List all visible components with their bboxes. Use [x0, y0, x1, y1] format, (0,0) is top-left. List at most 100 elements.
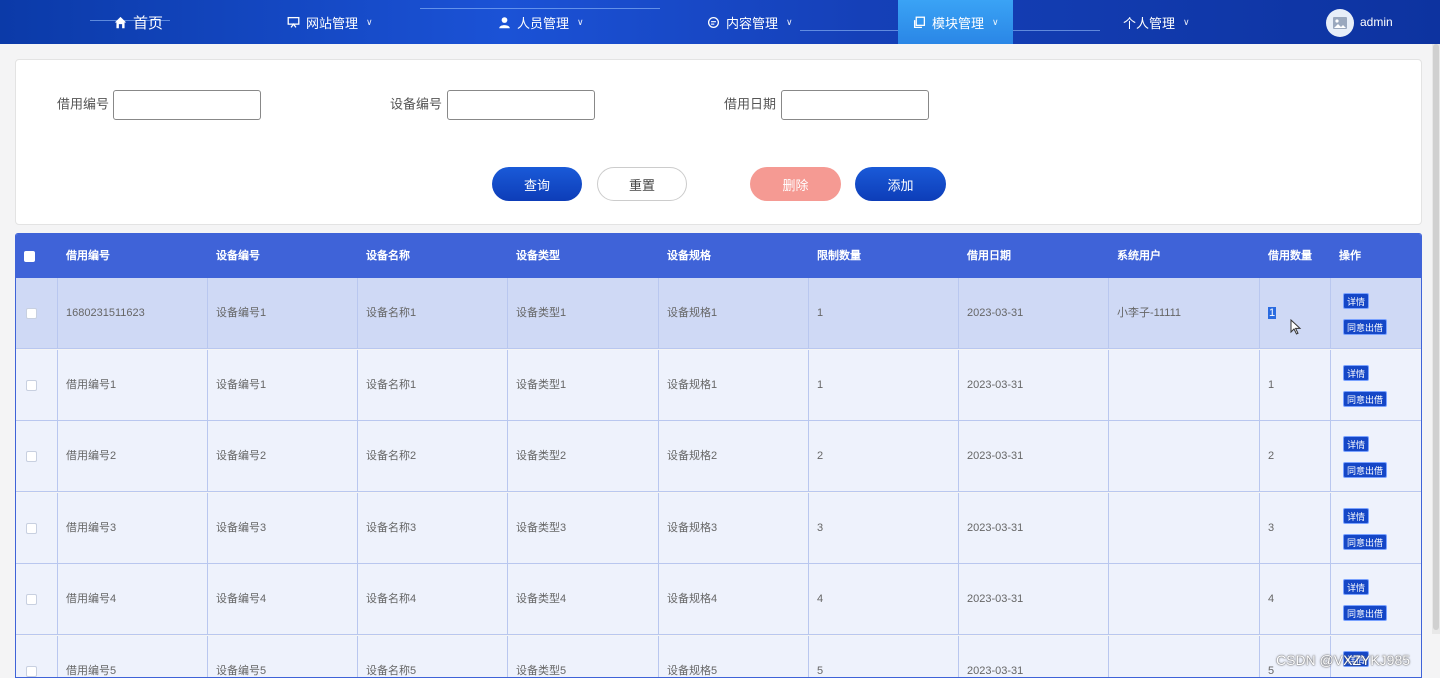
- th-borrow-number: 借用编号: [66, 250, 110, 262]
- th-device-name: 设备名称: [366, 250, 410, 262]
- table-row[interactable]: 借用编号1 设备编号1 设备名称1 设备类型1 设备规格1 1 2023-03-31 1 详情同…: [16, 349, 1421, 421]
- borrow-qty-cell: 2: [1260, 421, 1331, 492]
- user-icon: [497, 15, 511, 29]
- limit-qty-cell: 1: [809, 278, 959, 349]
- borrow-number-cell: 借用编号1: [58, 349, 208, 421]
- detail-button[interactable]: 详情: [1343, 436, 1370, 452]
- th-borrow-date: 借用日期: [967, 250, 1011, 262]
- device-spec-cell-text: 设备规格3: [667, 521, 718, 534]
- nav-personnel-management[interactable]: 人员管理 ∨: [497, 0, 584, 44]
- device-spec-cell-text: 设备规格4: [667, 593, 718, 605]
- checkbox-cell: [16, 349, 58, 421]
- device-spec-cell: 设备规格1: [659, 278, 809, 349]
- device-type-cell-text: 设备类型4: [516, 593, 567, 605]
- approve-lend-button[interactable]: 同意出借: [1343, 390, 1388, 407]
- avatar[interactable]: [1326, 9, 1354, 37]
- system-user-cell: [1109, 492, 1260, 564]
- borrow-date-cell: 2023-03-31: [959, 564, 1109, 635]
- borrow-date-cell-text: 2023-03-31: [967, 378, 1024, 391]
- detail-button[interactable]: 详情: [1343, 293, 1370, 309]
- user-name[interactable]: admin: [1360, 0, 1393, 44]
- chevron-down-icon: ∨: [992, 16, 999, 27]
- delete-button[interactable]: 删除: [750, 167, 841, 201]
- table-row[interactable]: 1680231511623 设备编号1 设备名称1 设备类型1 设备规格1 1 2023-0…: [16, 278, 1421, 349]
- limit-qty-cell-text: 1: [817, 378, 824, 391]
- add-button[interactable]: 添加: [855, 167, 946, 201]
- table-row[interactable]: 借用编号4 设备编号4 设备名称4 设备类型4 设备规格4 4 2023-03-31 4 详情同…: [16, 564, 1421, 635]
- borrow-date-input[interactable]: [781, 90, 929, 120]
- nav-module-management-label: 模块管理: [932, 15, 985, 31]
- device-number-cell: 设备编号3: [208, 492, 358, 564]
- device-name-cell-text: 设备名称4: [366, 593, 417, 605]
- checkbox-cell: [16, 492, 58, 564]
- query-button[interactable]: 查询: [492, 167, 582, 201]
- table-row[interactable]: 借用编号2 设备编号2 设备名称2 设备类型2 设备规格2 2 2023-03-31 2 详情同…: [16, 421, 1421, 492]
- watermark: CSDN @VXZYKJ985: [1276, 652, 1411, 668]
- table-row[interactable]: 借用编号5设备编号5设备名称5设备类型5设备规格552023-03-315详情同…: [16, 635, 1421, 677]
- th-limit-qty: 限制数量: [817, 250, 861, 262]
- row-checkbox[interactable]: [26, 308, 37, 319]
- actions-cell: 详情同意出借: [1331, 350, 1421, 421]
- borrow-number-cell-text: 1680231511623: [66, 307, 145, 319]
- device-type-cell: 设备类型4: [508, 564, 659, 635]
- checkbox-cell: [16, 278, 58, 349]
- nav-site-management[interactable]: 网站管理 ∨: [286, 0, 373, 44]
- limit-qty-cell: 4: [809, 564, 959, 635]
- detail-button[interactable]: 详情: [1343, 507, 1370, 524]
- device-type-cell-text: 设备类型2: [516, 450, 567, 462]
- approve-lend-button[interactable]: 同意出借: [1343, 462, 1388, 478]
- approve-lend-button[interactable]: 同意出借: [1343, 319, 1388, 335]
- select-all-checkbox[interactable]: [24, 251, 35, 262]
- device-number-cell-text: 设备编号4: [216, 593, 267, 605]
- nav-site-management-label: 网站管理: [306, 15, 359, 31]
- nav-home[interactable]: 首页: [113, 0, 163, 44]
- table-row[interactable]: 借用编号3 设备编号3 设备名称3 设备类型3 设备规格3 3 2023-03-31 3 详情同…: [16, 492, 1421, 564]
- row-checkbox[interactable]: [26, 522, 37, 534]
- borrow-number-label: 借用编号: [57, 96, 110, 112]
- home-icon: [113, 15, 127, 29]
- device-number-input[interactable]: [447, 90, 595, 120]
- device-spec-cell: 设备规格4: [659, 564, 809, 635]
- detail-button[interactable]: 详情: [1343, 579, 1370, 595]
- limit-qty-cell: 3: [809, 492, 959, 564]
- device-type-cell-text: 设备类型3: [516, 521, 567, 534]
- page-scrollbar-thumb[interactable]: [1433, 44, 1439, 630]
- limit-qty-cell-text: 1: [817, 307, 824, 319]
- borrow-date-cell: 2023-03-31: [959, 492, 1109, 564]
- device-type-cell: 设备类型1: [508, 278, 659, 349]
- device-spec-cell-text: 设备规格1: [667, 378, 718, 391]
- approve-lend-button[interactable]: 同意出借: [1343, 533, 1388, 550]
- device-spec-cell: 设备规格3: [659, 492, 809, 564]
- reset-button[interactable]: 重置: [597, 167, 687, 201]
- borrow-date-label: 借用日期: [724, 96, 777, 112]
- approve-lend-button[interactable]: 同意出借: [1343, 605, 1388, 621]
- nav-module-management[interactable]: 模块管理 ∨: [898, 0, 1013, 44]
- row-checkbox[interactable]: [26, 665, 37, 677]
- limit-qty-cell: 2: [809, 421, 959, 492]
- device-type-cell: 设备类型3: [508, 492, 659, 564]
- borrow-number-input[interactable]: [113, 90, 261, 120]
- device-spec-cell: 设备规格2: [659, 421, 809, 492]
- checkbox-cell: [16, 635, 58, 677]
- borrow-date-cell-text: 2023-03-31: [967, 664, 1024, 677]
- row-checkbox[interactable]: [26, 594, 37, 605]
- nav-content-management[interactable]: 内容管理 ∨: [706, 0, 793, 44]
- borrow-qty-cell-text: 5: [1268, 664, 1275, 677]
- device-name-cell-text: 设备名称3: [366, 521, 417, 534]
- mouse-cursor-icon: [1290, 318, 1302, 340]
- limit-qty-cell-text: 4: [817, 593, 824, 605]
- system-user-cell: [1109, 635, 1260, 677]
- search-panel: [15, 59, 1422, 225]
- detail-button[interactable]: 详情: [1343, 364, 1370, 381]
- limit-qty-cell-text: 2: [817, 450, 824, 462]
- nav-personal-management[interactable]: 个人管理 ∨: [1123, 0, 1190, 44]
- row-checkbox[interactable]: [26, 379, 37, 391]
- top-navbar: 首页 网站管理 ∨ 人员管理 ∨ 内容管理 ∨ 模块管理 ∨ 个人管理 ∨ ad: [0, 0, 1440, 44]
- row-checkbox[interactable]: [26, 451, 37, 462]
- actions-cell: 详情同意出借: [1331, 278, 1421, 349]
- device-number-cell: 设备编号2: [208, 421, 358, 492]
- device-name-cell: 设备名称4: [358, 564, 508, 635]
- device-name-cell: 设备名称1: [358, 349, 508, 421]
- borrow-number-cell-text: 借用编号2: [66, 450, 117, 462]
- device-type-cell: 设备类型1: [508, 349, 659, 421]
